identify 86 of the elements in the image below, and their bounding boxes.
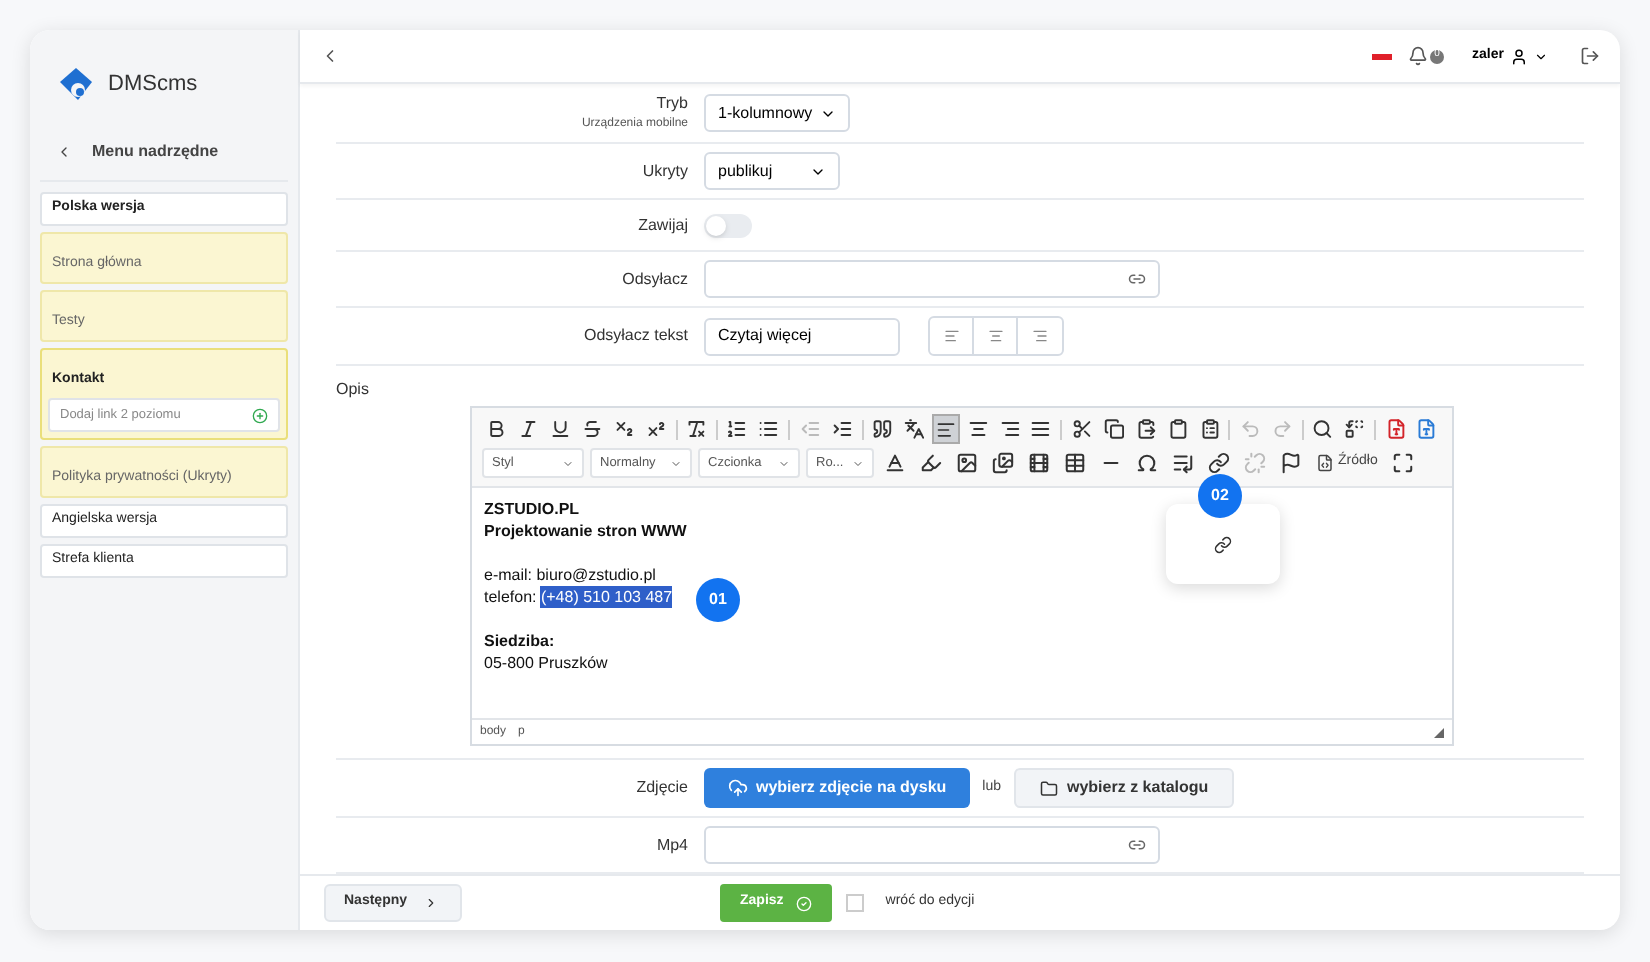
align-left-icon [935,419,956,439]
editor-line: Siedziba: [484,630,557,652]
logout-icon [1580,46,1600,66]
chevron-down-icon [852,457,864,469]
brand-name: DMScms [108,69,198,100]
toolbar-icon[interactable] [613,418,635,440]
parent-menu-link[interactable]: Menu nadrzędne [40,138,288,166]
field-label: Ukryty [642,159,688,183]
bell-icon [1408,46,1429,66]
link-icon [1214,535,1232,553]
field-label: Opis [336,378,371,402]
toolbar-icon[interactable] [956,452,978,474]
toolbar-icon[interactable] [1103,418,1125,440]
toolbar-icon[interactable] [1199,418,1220,440]
toolbar-icon[interactable] [1208,452,1230,474]
chevron-down-icon [562,457,574,469]
field-label: Zawijaj [638,213,688,237]
toggle-switch[interactable] [704,213,752,237]
field-label: Mp4 [656,833,688,857]
align-icon [943,328,959,344]
url-field[interactable] [704,260,1160,298]
toolbar-icon[interactable] [1030,418,1052,440]
toolbar-icon[interactable] [726,418,748,440]
step-marker: 01 [696,578,740,622]
toolbar-icon[interactable] [685,418,707,440]
cloud-upload-icon [728,778,748,798]
editor-line: Projektowanie stron WWW [484,520,689,542]
toolbar-icon[interactable] [992,452,1014,474]
catalog-button[interactable]: wybierz z katalogu [1013,768,1235,808]
toolbar-icon[interactable] [758,418,780,440]
user-icon [1510,47,1528,65]
field-label: Zdjęcie [636,776,688,800]
link-icon [1128,836,1146,854]
toolbar-icon[interactable] [1312,418,1334,440]
editor-line: 05-800 Pruszków [484,652,610,674]
toolbar-icon[interactable] [581,418,603,440]
upload-button[interactable]: wybierz zdjęcie na dysku [704,768,971,808]
field-label: Odsyłacz tekst [583,324,688,348]
toolbar-icon[interactable] [1280,452,1302,474]
document-icon [1316,454,1334,472]
toolbar-icon[interactable] [920,452,942,474]
selected-text: (+48) 510 103 487 [540,586,673,608]
link-icon [1128,270,1146,288]
flag-icon [1372,53,1393,59]
chevron-down-icon [670,457,682,469]
chevron-down-icon [778,457,790,469]
logo-icon [56,64,96,104]
resize-handle[interactable] [1434,727,1444,737]
back-icon [56,144,72,160]
toolbar-icon[interactable] [1136,452,1158,474]
editor-line: ZSTUDIO.PL [484,498,582,520]
toolbar-icon[interactable] [1071,418,1093,440]
toolbar-icon[interactable] [1167,418,1189,440]
toolbar-icon[interactable] [967,418,989,440]
toolbar-icon[interactable] [999,418,1020,440]
toolbar-icon[interactable] [1064,452,1086,474]
toolbar-icon[interactable] [1172,452,1194,474]
toolbar-icon[interactable] [1028,452,1050,474]
url-field[interactable] [704,826,1160,864]
toolbar-icon[interactable] [486,418,507,440]
text-field[interactable]: Czytaj więcej [704,317,900,355]
align-left-button[interactable] [931,414,961,444]
align-icon [987,328,1003,344]
toolbar-icon[interactable] [871,418,893,440]
select-field[interactable]: 1-kolumnowy [704,94,851,132]
chevron-down-icon [1534,49,1548,63]
toolbar-icon[interactable] [645,418,667,440]
toolbar-icon[interactable] [549,418,571,440]
toolbar-icon[interactable] [903,418,925,440]
editor-line: e-mail: biuro@zstudio.pl [484,564,658,586]
toolbar-icon[interactable] [1135,418,1157,440]
editor-line: telefon: [484,586,539,608]
select-field[interactable]: publikuj [704,152,840,190]
field-label: Odsyłacz [622,267,688,291]
toolbar-icon[interactable] [517,418,539,440]
return-checkbox[interactable] [845,894,864,912]
toolbar-icon[interactable] [884,452,906,474]
align-icon [1032,328,1048,344]
field-label: Tryb [656,92,688,116]
add-icon [252,407,268,423]
chevron-right-icon [423,896,438,910]
maximize-icon[interactable] [1391,452,1414,474]
toolbar-icon[interactable] [1344,418,1366,440]
folder-icon [1039,779,1057,797]
toolbar-icon[interactable] [831,418,852,440]
check-circle-icon [795,895,812,911]
